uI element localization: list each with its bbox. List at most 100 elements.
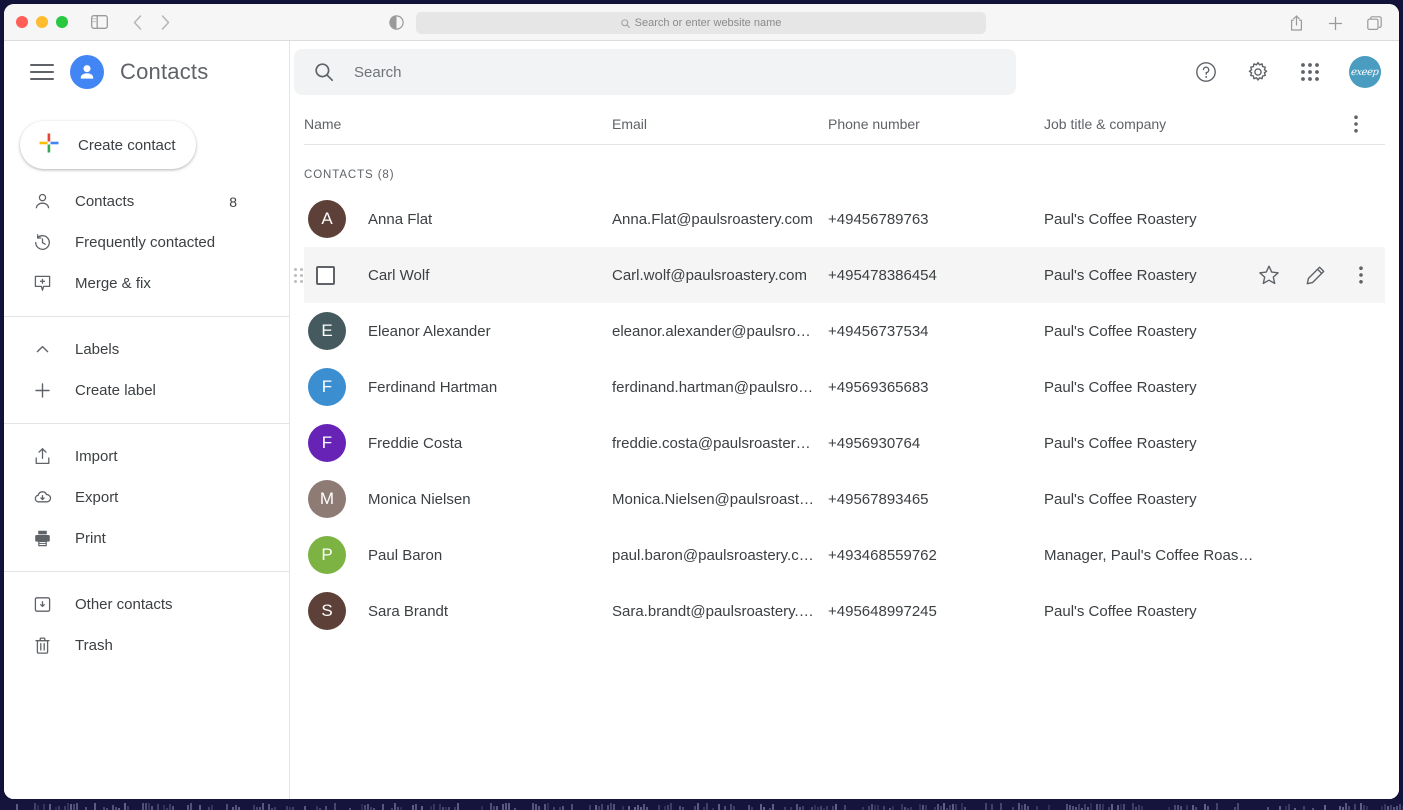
contact-job: Manager, Paul's Coffee Roas… (1044, 547, 1294, 564)
sidebar-group-transfer: Import Export (4, 424, 289, 559)
column-header-email[interactable]: Email (612, 116, 828, 132)
merge-fix-icon (32, 273, 53, 294)
app-body: Contacts Create contact (4, 41, 1399, 799)
contact-avatar: M (308, 480, 346, 518)
table-row[interactable]: Carl Wolf Carl.wolf@paulsroastery.com+495… (304, 247, 1385, 303)
contact-phone: +49567893465 (828, 491, 1044, 508)
column-header-phone[interactable]: Phone number (828, 116, 1044, 132)
contacts-table: Name Email Phone number Job title & comp… (290, 103, 1399, 639)
search-icon (621, 19, 630, 28)
sidebar-toggle-icon[interactable] (86, 9, 112, 35)
create-contact-button[interactable]: Create contact (20, 121, 196, 169)
printer-icon (32, 528, 53, 549)
cell-name: E Eleanor Alexander (304, 312, 612, 350)
app-brand: Contacts (4, 41, 289, 103)
content-header: exeep (290, 41, 1399, 103)
search-bar[interactable] (294, 49, 1016, 95)
avatar[interactable]: exeep (1349, 56, 1381, 88)
address-bar-placeholder: Search or enter website name (635, 17, 782, 29)
trash-icon (32, 635, 53, 656)
table-row[interactable]: MMonica NielsenMonica.Nielsen@paulsroast… (304, 471, 1385, 527)
table-row[interactable]: EEleanor Alexandereleanor.alexander@paul… (304, 303, 1385, 359)
star-icon[interactable] (1257, 263, 1281, 287)
table-row[interactable]: PPaul Baronpaul.baron@paulsroastery.c…+4… (304, 527, 1385, 583)
close-window-button[interactable] (16, 16, 28, 28)
sidebar-item-other-contacts[interactable]: Other contacts (4, 584, 289, 625)
table-row[interactable]: A Anna Flat Anna.Flat@paulsroastery.com+49… (304, 191, 1385, 247)
history-clock-icon (32, 232, 53, 253)
maximize-window-button[interactable] (56, 16, 68, 28)
sidebar-item-export[interactable]: Export (4, 477, 289, 518)
contact-phone: +49456789763 (828, 211, 1044, 228)
contact-email: ferdinand.hartman@paulsro… (612, 379, 828, 396)
cell-name: A Anna Flat (304, 200, 612, 238)
more-vertical-icon[interactable] (1349, 263, 1373, 287)
contact-job: Paul's Coffee Roastery (1044, 211, 1294, 228)
sidebar-item-import[interactable]: Import (4, 436, 289, 477)
tab-overview-icon[interactable] (1361, 10, 1387, 36)
search-input[interactable] (354, 64, 974, 81)
contact-job: Paul's Coffee Roastery (1044, 323, 1294, 340)
sidebar-item-merge-and-fix[interactable]: Merge & fix (4, 263, 289, 304)
chevron-left-icon[interactable] (124, 9, 150, 35)
reader-mode-icon[interactable] (389, 15, 404, 35)
person-icon (32, 191, 53, 212)
apps-grid-icon[interactable] (1297, 59, 1323, 85)
sidebar-item-trash[interactable]: Trash (4, 625, 289, 666)
column-header-job[interactable]: Job title & company (1044, 116, 1294, 132)
contact-email: Carl.wolf@paulsroastery.com (612, 267, 828, 284)
plus-colored-icon (38, 132, 60, 158)
column-header-name[interactable]: Name (304, 116, 612, 132)
minimize-window-button[interactable] (36, 16, 48, 28)
table-row[interactable]: SSara BrandtSara.brandt@paulsroastery.c…… (304, 583, 1385, 639)
contact-phone: +495478386454 (828, 267, 1044, 284)
contact-phone: +49569365683 (828, 379, 1044, 396)
contact-avatar: A (308, 200, 346, 238)
sidebar-item-label: Labels (75, 341, 289, 358)
sidebar-item-label: Merge & fix (75, 275, 289, 292)
content-pane: exeep Name Email Phone number Job title … (290, 41, 1399, 799)
import-upload-icon (32, 446, 53, 467)
contacts-group-label: CONTACTS (8) (304, 145, 1385, 191)
sidebar-item-contacts[interactable]: Contacts 8 (4, 181, 289, 222)
cell-name: M Monica Nielsen (304, 480, 612, 518)
cell-name: SSara Brandt (304, 592, 612, 630)
more-vertical-icon[interactable] (1345, 113, 1367, 135)
sidebar-item-label: Print (75, 530, 289, 547)
chevron-right-icon[interactable] (152, 9, 178, 35)
browser-window: Search or enter website name (4, 4, 1399, 799)
contact-avatar: F (308, 424, 346, 462)
contact-email: Anna.Flat@paulsroastery.com (612, 211, 828, 228)
plus-icon[interactable] (1322, 10, 1348, 36)
contact-avatar: E (308, 312, 346, 350)
row-checkbox[interactable] (316, 266, 335, 285)
sidebar: Contacts Create contact (4, 41, 290, 799)
drag-handle-icon[interactable] (294, 268, 304, 283)
address-bar[interactable]: Search or enter website name (416, 12, 986, 34)
browser-toolbar-actions (1283, 10, 1387, 36)
table-row[interactable]: FFerdinand Hartmanferdinand.hartman@paul… (304, 359, 1385, 415)
contact-name: Monica Nielsen (368, 491, 483, 508)
create-contact-label: Create contact (78, 137, 176, 154)
sidebar-item-frequently-contacted[interactable]: Frequently contacted (4, 222, 289, 263)
sidebar-item-print[interactable]: Print (4, 518, 289, 559)
row-select-area[interactable] (308, 266, 346, 285)
contact-phone: +493468559762 (828, 547, 1044, 564)
sidebar-item-labels[interactable]: Labels (4, 329, 289, 370)
contact-name: Anna Flat (368, 211, 444, 228)
header-actions: exeep (1193, 56, 1385, 88)
contact-name: Carl Wolf (368, 267, 441, 284)
sidebar-item-label: Frequently contacted (75, 234, 289, 251)
contact-name: Eleanor Alexander (368, 323, 503, 340)
contact-phone: +495648997245 (828, 603, 1044, 620)
gear-icon[interactable] (1245, 59, 1271, 85)
help-icon[interactable] (1193, 59, 1219, 85)
sidebar-item-create-label[interactable]: Create label (4, 370, 289, 411)
hamburger-icon[interactable] (30, 60, 54, 84)
chevron-up-icon (32, 339, 53, 360)
table-row[interactable]: FFreddie Costafreddie.costa@paulsroaster… (304, 415, 1385, 471)
cell-name: PPaul Baron (304, 536, 612, 574)
edit-pencil-icon[interactable] (1303, 263, 1327, 287)
sidebar-item-label: Contacts (75, 193, 207, 210)
share-icon[interactable] (1283, 10, 1309, 36)
